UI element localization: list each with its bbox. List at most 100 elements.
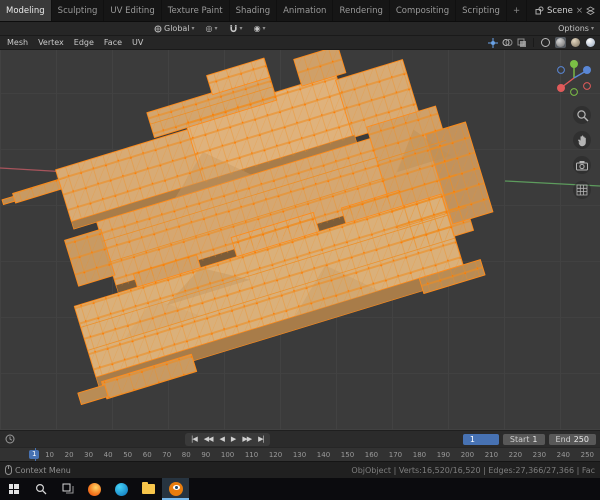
start-label: Start xyxy=(509,434,530,444)
shading-rendered-button[interactable] xyxy=(585,37,596,48)
shading-toggles xyxy=(488,37,600,48)
ruler-label: 40 xyxy=(103,450,113,459)
scene-unlink-icon[interactable]: × xyxy=(576,6,583,16)
separator xyxy=(533,38,534,47)
spaceship-mesh[interactable] xyxy=(0,50,512,411)
tab-scripting[interactable]: Scripting xyxy=(456,0,507,21)
chevron-down-icon: ▾ xyxy=(262,25,266,32)
axis-z-neg-handle xyxy=(557,66,565,74)
blender-window: Modeling Sculpting UV Editing Texture Pa… xyxy=(0,0,600,500)
ruler-label: 240 xyxy=(556,450,571,459)
taskbar-file-explorer[interactable] xyxy=(135,478,162,500)
chevron-down-icon: ▾ xyxy=(214,25,218,32)
viewport-header-row2: Mesh Vertex Edge Face UV xyxy=(0,36,600,50)
view-navigation-gizmo[interactable] xyxy=(552,56,596,100)
firefox-icon xyxy=(88,482,101,496)
taskbar-blender[interactable] xyxy=(162,478,189,500)
mouse-icon xyxy=(5,465,12,475)
task-view-icon xyxy=(62,483,73,494)
ruler-label: 90 xyxy=(201,450,211,459)
menu-edge[interactable]: Edge xyxy=(69,36,99,50)
chevron-down-icon: ▾ xyxy=(239,25,243,32)
tab-compositing[interactable]: Compositing xyxy=(390,0,457,21)
ruler-label: 20 xyxy=(64,450,74,459)
status-bar: Context Menu ObjObject | Verts:16,520/16… xyxy=(0,461,600,478)
current-frame-field[interactable]: 1 xyxy=(462,433,499,445)
gizmos-toggle-icon[interactable] xyxy=(488,37,498,48)
tab-modeling[interactable]: Modeling xyxy=(0,0,52,21)
pivot-point-dropdown[interactable]: ◎ ▾ xyxy=(204,22,220,35)
jump-to-end-button[interactable]: ▶| xyxy=(255,434,267,445)
playhead-frame-tag: 1 xyxy=(29,450,40,459)
mesh-statistics: ObjObject | Verts:16,520/16,520 | Edges:… xyxy=(351,465,595,475)
taskbar-search-button[interactable] xyxy=(27,478,54,500)
transform-tools: Global ▾ ◎ ▾ ▾ ◉ ▾ xyxy=(152,22,268,35)
chevron-down-icon: ▾ xyxy=(191,25,195,32)
orientation-label: Global xyxy=(164,24,190,33)
overlays-toggle-icon[interactable] xyxy=(502,38,513,47)
play-button[interactable]: ▶ xyxy=(228,434,238,445)
frame-range-fields: 1 Start 1 End 250 xyxy=(462,433,596,445)
pivot-icon: ◎ xyxy=(205,24,213,33)
shading-solid-button[interactable] xyxy=(555,37,566,48)
file-explorer-icon xyxy=(142,482,155,494)
play-reverse-button[interactable]: ◀ xyxy=(217,434,227,445)
ruler-label: 150 xyxy=(340,450,355,459)
menu-mesh[interactable]: Mesh xyxy=(2,36,33,50)
scene-selector-group: Scene × xyxy=(530,0,600,21)
workspace-tabs: Modeling Sculpting UV Editing Texture Pa… xyxy=(0,0,528,21)
tab-uv-editing[interactable]: UV Editing xyxy=(104,0,162,21)
next-keyframe-button[interactable]: ▶▶ xyxy=(239,434,254,445)
add-workspace-button[interactable]: + xyxy=(507,0,528,21)
menu-face[interactable]: Face xyxy=(99,36,127,50)
end-label: End xyxy=(555,434,571,444)
tab-rendering[interactable]: Rendering xyxy=(333,0,390,21)
axis-x-handle xyxy=(557,84,565,92)
timeline-ruler[interactable]: 0 10 20 30 40 50 60 70 80 90 100 110 120… xyxy=(0,447,600,461)
camera-view-toggle[interactable] xyxy=(573,156,591,174)
tab-animation[interactable]: Animation xyxy=(277,0,334,21)
start-button[interactable] xyxy=(0,478,27,500)
ruler-label: 180 xyxy=(412,450,427,459)
snap-toggle[interactable]: ▾ xyxy=(227,22,245,35)
options-label: Options xyxy=(558,24,589,33)
topbar: Modeling Sculpting UV Editing Texture Pa… xyxy=(0,0,600,22)
jump-to-start-button[interactable]: |◀ xyxy=(188,434,200,445)
xray-toggle-icon[interactable] xyxy=(517,38,527,48)
start-frame-field[interactable]: Start 1 xyxy=(502,433,545,445)
timeline-header: |◀ ◀◀ ◀ ▶ ▶▶ ▶| 1 Start 1 End 250 xyxy=(0,430,600,447)
menu-uv[interactable]: UV xyxy=(127,36,148,50)
zoom-tool[interactable] xyxy=(573,106,591,124)
scene-selector[interactable]: Scene xyxy=(547,6,573,16)
start-value: 1 xyxy=(532,434,538,444)
viewport-canvas xyxy=(0,50,600,411)
proportional-editing-icon: ◉ xyxy=(253,24,261,33)
proportional-editing-toggle[interactable]: ◉ ▾ xyxy=(252,22,268,35)
tab-sculpting[interactable]: Sculpting xyxy=(52,0,105,21)
end-frame-field[interactable]: End 250 xyxy=(548,433,596,445)
previous-keyframe-button[interactable]: ◀◀ xyxy=(201,434,216,445)
ruler-label: 50 xyxy=(123,450,133,459)
orthographic-toggle-icon[interactable] xyxy=(573,181,591,199)
3d-viewport[interactable] xyxy=(0,50,600,430)
task-view-button[interactable] xyxy=(54,478,81,500)
viewport-options: Options ▾ xyxy=(556,22,600,35)
pan-tool[interactable] xyxy=(573,131,591,149)
taskbar-firefox[interactable] xyxy=(81,478,108,500)
view-layer-icon[interactable] xyxy=(586,6,595,15)
windows-logo-icon xyxy=(8,484,19,494)
timeline-editor-icon[interactable] xyxy=(0,434,15,444)
menu-vertex[interactable]: Vertex xyxy=(33,36,69,50)
tab-shading[interactable]: Shading xyxy=(230,0,278,21)
shading-wireframe-button[interactable] xyxy=(540,37,551,48)
transform-orientation-dropdown[interactable]: Global ▾ xyxy=(152,22,197,35)
ruler-label: 130 xyxy=(292,450,307,459)
axis-z-handle xyxy=(583,66,591,74)
ruler-label: 200 xyxy=(460,450,475,459)
options-dropdown[interactable]: Options ▾ xyxy=(556,22,596,35)
shading-material-button[interactable] xyxy=(570,37,581,48)
taskbar-edge[interactable] xyxy=(108,478,135,500)
ruler-label: 140 xyxy=(316,450,331,459)
scene-icon xyxy=(535,6,544,15)
tab-texture-paint[interactable]: Texture Paint xyxy=(162,0,230,21)
